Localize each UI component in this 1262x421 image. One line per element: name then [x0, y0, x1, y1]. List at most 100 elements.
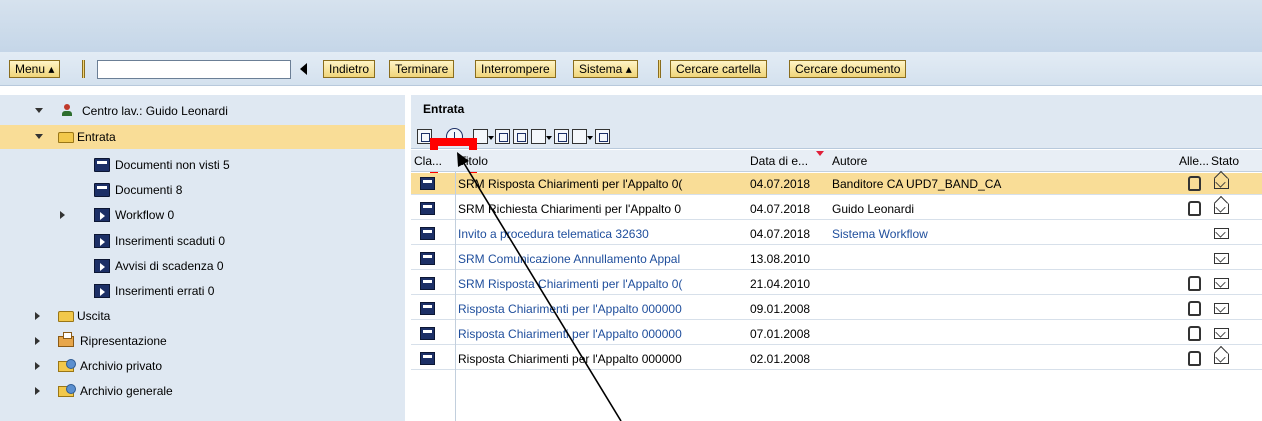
- expand-icon[interactable]: [60, 211, 65, 219]
- pane-header: Entrata: [411, 95, 1262, 123]
- workflow-icon: [94, 208, 110, 222]
- row-title[interactable]: SRM Risposta Chiarimenti per l'Appalto 0…: [458, 277, 750, 291]
- column-header-class[interactable]: Cla...: [414, 154, 442, 168]
- cancel-button[interactable]: Interrompere: [475, 60, 556, 78]
- system-label: Sistema: [579, 62, 623, 76]
- tree-item-workflow[interactable]: Workflow 0: [0, 203, 405, 227]
- private-archive-icon: [58, 359, 76, 372]
- column-header-status[interactable]: Stato: [1211, 154, 1239, 168]
- document-icon: [420, 252, 435, 265]
- tree-item-general-archive[interactable]: Archivio generale: [0, 379, 405, 403]
- tree-item-documents[interactable]: Documenti 8: [0, 178, 405, 202]
- tree-item-label: Documenti 8: [115, 183, 183, 197]
- tree-item-overdue[interactable]: Inserimenti scaduti 0: [0, 229, 405, 253]
- collapse-icon[interactable]: [35, 108, 43, 113]
- row-author: Guido Leonardi: [832, 202, 915, 216]
- attachment-icon[interactable]: [1188, 276, 1201, 291]
- tree-resubmission-label: Ripresentazione: [80, 334, 167, 348]
- document-icon: [420, 177, 435, 190]
- pane-title: Entrata: [423, 102, 465, 116]
- expand-icon[interactable]: [35, 337, 40, 345]
- tree-item-deadline-alerts[interactable]: Avvisi di scadenza 0: [0, 254, 405, 278]
- table-row[interactable]: SRM Risposta Chiarimenti per l'Appalto 0…: [411, 173, 1262, 195]
- tree-root-label: Centro lav.: Guido Leonardi: [82, 104, 228, 118]
- display-icon[interactable]: [495, 129, 510, 144]
- general-archive-icon: [58, 384, 76, 397]
- attachment-icon[interactable]: [1188, 326, 1201, 341]
- row-date: 04.07.2018: [750, 202, 811, 216]
- tree-item-private-archive[interactable]: Archivio privato: [0, 354, 405, 378]
- print-icon[interactable]: [554, 129, 569, 144]
- menu-button[interactable]: Menu ▴: [9, 60, 61, 78]
- table-row[interactable]: SRM Comunicazione Annullamento Appal 13.0…: [411, 248, 1262, 270]
- document-icon: [420, 352, 435, 365]
- row-title[interactable]: Risposta Chiarimenti per l'Appalto 00000…: [458, 327, 750, 341]
- attachment-icon[interactable]: [1188, 301, 1201, 316]
- filter-icon[interactable]: [572, 129, 593, 144]
- tree-item-root[interactable]: Centro lav.: Guido Leonardi: [0, 99, 405, 123]
- attachment-icon[interactable]: [1188, 201, 1201, 216]
- collapse-icon[interactable]: [35, 134, 43, 139]
- document-icon: [94, 158, 110, 172]
- tree-item-outbox[interactable]: Uscita: [0, 304, 405, 328]
- row-title[interactable]: Risposta Chiarimenti per l'Appalto 00000…: [458, 352, 750, 366]
- document-icon: [420, 227, 435, 240]
- column-header-author[interactable]: Autore: [832, 154, 867, 168]
- column-header-date[interactable]: Data di e...: [750, 154, 808, 168]
- envelope-icon: [1214, 328, 1229, 339]
- inbox-folder-icon: [58, 132, 74, 143]
- table-row[interactable]: Risposta Chiarimenti per l'Appalto 00000…: [411, 323, 1262, 345]
- tree-private-archive-label: Archivio privato: [80, 359, 163, 373]
- back-arrow-icon[interactable]: [300, 63, 307, 75]
- row-title[interactable]: SRM Comunicazione Annullamento Appal: [458, 252, 750, 266]
- row-title[interactable]: Risposta Chiarimenti per l'Appalto 00000…: [458, 302, 750, 316]
- back-button[interactable]: Indietro: [323, 60, 376, 78]
- tree-outbox-label: Uscita: [77, 309, 111, 323]
- table-row[interactable]: Invito a procedura telematica 32630 04.07…: [411, 223, 1262, 245]
- search-document-button[interactable]: Cercare documento: [789, 60, 907, 78]
- document-list-pane: Entrata Cla... Titolo Data di e... Autor…: [411, 95, 1262, 421]
- tree-item-resubmission[interactable]: Ripresentazione: [0, 329, 405, 353]
- command-field[interactable]: [97, 60, 291, 79]
- table-row[interactable]: SRM Risposta Chiarimenti per l'Appalto 0…: [411, 273, 1262, 295]
- row-title[interactable]: SRM Richiesta Chiarimenti per l'Appalto …: [458, 202, 750, 216]
- attachment-icon[interactable]: [1188, 176, 1201, 191]
- envelope-icon: [1214, 253, 1229, 264]
- application-toolbar: Menu ▴ Indietro Terminare Interrompere S…: [0, 52, 1262, 86]
- exit-button[interactable]: Terminare: [389, 60, 455, 78]
- workplace-tree: Centro lav.: Guido Leonardi Entrata Docu…: [0, 95, 405, 421]
- workflow-icon: [94, 234, 110, 248]
- table-row[interactable]: SRM Richiesta Chiarimenti per l'Appalto …: [411, 198, 1262, 220]
- envelope-icon: [1214, 278, 1229, 289]
- expand-icon[interactable]: [35, 362, 40, 370]
- toolbar-separator: [658, 60, 661, 78]
- window-header-band: [0, 0, 1262, 52]
- row-title[interactable]: Invito a procedura telematica 32630: [458, 227, 750, 241]
- column-divider: [455, 172, 456, 421]
- expand-icon[interactable]: [35, 387, 40, 395]
- document-icon: [420, 202, 435, 215]
- row-date: 02.01.2008: [750, 352, 811, 366]
- table-row[interactable]: Risposta Chiarimenti per l'Appalto 00000…: [411, 348, 1262, 370]
- expand-icon[interactable]: [35, 312, 40, 320]
- pane-toolbar: [411, 123, 1262, 190]
- row-author: Banditore CA UPD7_BAND_CA: [832, 177, 1002, 191]
- tree-item-inbox[interactable]: Entrata: [0, 125, 405, 149]
- system-menu-button[interactable]: Sistema ▴: [573, 60, 638, 78]
- row-date: 04.07.2018: [750, 177, 811, 191]
- row-author: Sistema Workflow: [832, 227, 928, 241]
- search-icon[interactable]: [513, 129, 528, 144]
- attachment-icon[interactable]: [1188, 351, 1201, 366]
- tree-item-incorrect[interactable]: Inserimenti errati 0: [0, 279, 405, 303]
- tree-item-label: Inserimenti scaduti 0: [115, 234, 226, 248]
- tree-item-unseen-documents[interactable]: Documenti non visti 5: [0, 153, 405, 177]
- row-title[interactable]: SRM Risposta Chiarimenti per l'Appalto 0…: [458, 177, 750, 191]
- layout-icon[interactable]: [531, 129, 552, 144]
- toolbar-separator: [82, 60, 85, 78]
- save-icon[interactable]: [595, 129, 610, 144]
- resubmission-icon: [58, 332, 74, 347]
- search-folder-button[interactable]: Cercare cartella: [670, 60, 767, 78]
- column-header-attachments[interactable]: Alle...: [1179, 154, 1209, 168]
- table-row[interactable]: Risposta Chiarimenti per l'Appalto 00000…: [411, 298, 1262, 320]
- column-header-title[interactable]: Titolo: [459, 154, 488, 168]
